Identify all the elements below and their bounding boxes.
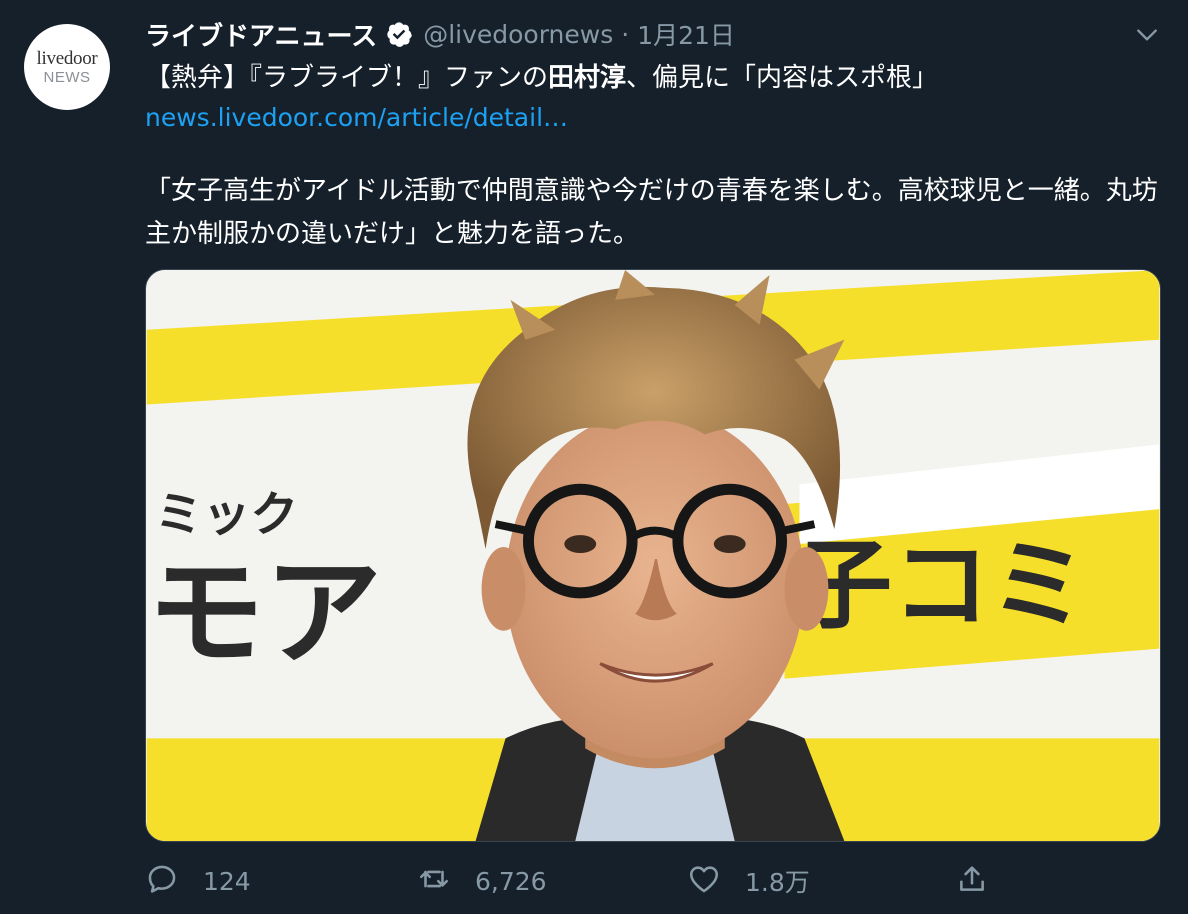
tweet: livedoor NEWS ライブドアニュース @livedoornews · … xyxy=(0,0,1188,914)
chevron-down-icon[interactable] xyxy=(1134,22,1160,48)
reply-count: 124 xyxy=(203,866,251,896)
sign-right-top: みんなが xyxy=(979,465,1139,511)
retweet-icon xyxy=(417,862,451,900)
like-count: 1.8万 xyxy=(745,868,810,897)
headline-text-part2: 、偏見に「内容はスポ根」 xyxy=(626,63,939,93)
avatar-sub-text: NEWS xyxy=(43,68,91,86)
avatar[interactable]: livedoor NEWS xyxy=(24,24,110,110)
tweet-date[interactable]: 1月21日 xyxy=(637,16,735,52)
header-separator: · xyxy=(621,19,630,49)
tweet-body: 「女子高生がアイドル活動で仲間意識や今だけの青春を楽しむ。高校球児と一緒。丸坊主… xyxy=(145,176,1158,249)
display-name[interactable]: ライブドアニュース xyxy=(145,16,377,53)
sign-left-line1: ミック xyxy=(155,488,298,543)
avatar-brand-text: livedoor xyxy=(36,47,98,69)
sign-left-line2: モア xyxy=(147,545,382,682)
tweet-header: ライブドアニュース @livedoornews · 1月21日 xyxy=(145,14,735,54)
tweet-photo[interactable]: ミック モア みんなが 子コミ xyxy=(145,269,1161,842)
retweet-count: 6,726 xyxy=(475,866,547,896)
sign-right-main: 子コミ xyxy=(795,529,1088,643)
reply-icon xyxy=(145,862,179,900)
headline-bold-name: 田村淳 xyxy=(548,63,627,93)
heart-icon xyxy=(687,862,721,900)
reply-button[interactable]: 124 xyxy=(145,858,251,904)
like-button[interactable]: 1.8万 xyxy=(687,858,810,904)
photo-illustration: ミック モア みんなが 子コミ xyxy=(146,270,1160,841)
share-icon xyxy=(955,862,989,900)
handle[interactable]: @livedoornews xyxy=(423,20,613,49)
verified-badge-icon xyxy=(385,20,413,48)
article-link[interactable]: news.livedoor.com/article/detail… xyxy=(145,98,568,138)
headline-text-part1: 【熱弁】『ラブライブ！』ファンの xyxy=(145,63,549,93)
share-button[interactable] xyxy=(955,858,989,904)
retweet-button[interactable]: 6,726 xyxy=(417,858,547,904)
tweet-actions: 124 6,726 1.8万 xyxy=(145,858,1161,904)
tweet-headline: 【熱弁】『ラブライブ！』ファンの田村淳、偏見に「内容はスポ根」 xyxy=(145,58,1165,98)
